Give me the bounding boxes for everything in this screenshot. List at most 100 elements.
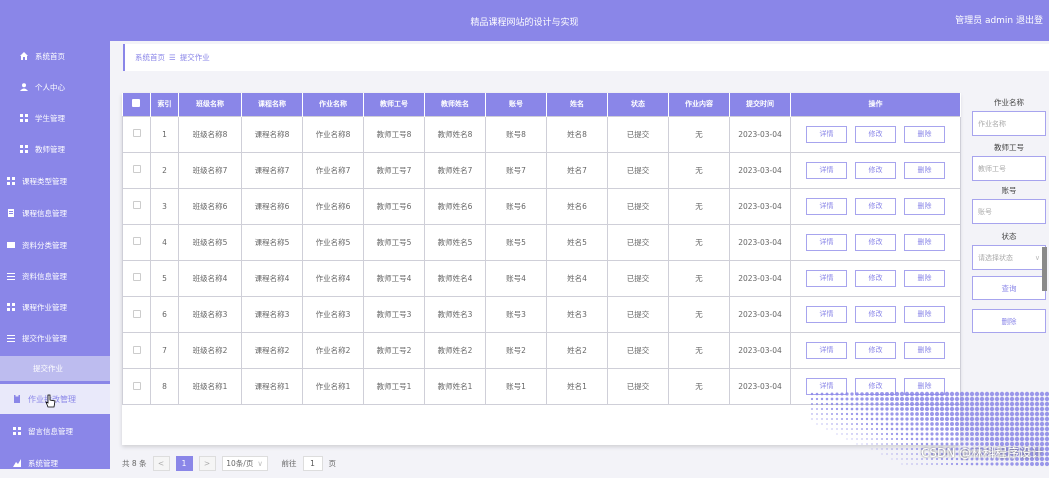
table-cell: 姓名5 [546, 223, 608, 261]
table-cell: 账号2 [485, 332, 547, 370]
breadcrumb-home[interactable]: 系统首页 [135, 52, 165, 63]
grid-icon [20, 145, 28, 153]
sidebar-item-courses[interactable]: 课程信息管理 [0, 198, 110, 228]
row-checkbox[interactable] [122, 223, 151, 261]
table-cell: 课程名称3 [241, 295, 303, 334]
sidebar-item-material-categories[interactable]: 资料分类管理 [0, 230, 110, 260]
detail-button[interactable]: 详情 [806, 233, 847, 251]
table-cell: 2023-03-04 [729, 115, 791, 153]
edit-button[interactable]: 修改 [855, 269, 896, 287]
table-row: 3 班级名称6 课程名称6 作业名称6 教师工号6 教师姓名6 账号6 姓名6 已提交无 2023… [122, 187, 961, 225]
sidebar-item-profile[interactable]: 个人中心 [0, 72, 110, 102]
sidebar-item-system[interactable]: 系统管理 [0, 448, 110, 478]
row-checkbox[interactable] [122, 259, 151, 297]
scrollbar[interactable] [1042, 247, 1047, 291]
delete-button[interactable]: 删除 [904, 125, 945, 143]
table-cell: 教师工号7 [363, 151, 425, 189]
status-select[interactable]: 请选择状态 ∨ [972, 245, 1046, 270]
edit-button[interactable]: 修改 [855, 125, 896, 143]
table-row: 4 班级名称5 课程名称5 作业名称5 教师工号5 教师姓名5 账号5 姓名5 已提交无 2023… [122, 223, 961, 261]
next-page-button[interactable]: > [198, 455, 216, 471]
edit-button[interactable]: 修改 [855, 306, 896, 324]
admin-logout[interactable]: 管理员 admin 退出登 [955, 13, 1043, 26]
detail-button[interactable]: 详情 [806, 306, 847, 324]
table-cell: 1 [150, 115, 179, 153]
table-cell: 教师姓名1 [424, 368, 486, 406]
edit-button[interactable]: 修改 [855, 342, 896, 360]
sidebar-item-course-types[interactable]: 课程类型管理 [0, 166, 110, 196]
sidebar-item-teachers[interactable]: 教师管理 [0, 134, 110, 164]
row-checkbox[interactable] [122, 187, 151, 225]
table-cell: 作业名称4 [302, 259, 364, 297]
row-actions: 详情 修改 删除 [790, 151, 961, 189]
sidebar-item-label: 资料信息管理 [22, 271, 67, 281]
query-button[interactable]: 查询 [972, 276, 1046, 300]
top-bar: 精品课程网站的设计与实现 管理员 admin 退出登 [0, 0, 1049, 41]
home-icon [20, 52, 28, 60]
homework-name-input[interactable]: 作业名称 [972, 111, 1046, 136]
list-icon [7, 272, 15, 280]
row-checkbox[interactable] [122, 295, 151, 334]
row-checkbox[interactable] [122, 115, 151, 153]
table-cell: 无 [668, 115, 730, 153]
page-size-select[interactable]: 10条/页 ∨ [221, 455, 268, 471]
sidebar-item-course-homework[interactable]: 课程作业管理 [0, 292, 110, 322]
batch-delete-button[interactable]: 删除 [972, 309, 1046, 333]
delete-button[interactable]: 删除 [904, 233, 945, 251]
table-cell: 课程名称7 [241, 151, 303, 189]
delete-button[interactable]: 删除 [904, 342, 945, 360]
account-input[interactable]: 账号 [972, 199, 1046, 224]
detail-button[interactable]: 详情 [806, 161, 847, 179]
table-cell: 教师工号3 [363, 295, 425, 334]
table-cell: 姓名8 [546, 115, 608, 153]
sidebar-subitem-submit-homework[interactable]: 提交作业 [0, 356, 110, 381]
sidebar-item-label: 提交作业管理 [22, 333, 67, 343]
sidebar-item-label: 系统管理 [28, 458, 58, 468]
row-checkbox[interactable] [122, 151, 151, 189]
edit-button[interactable]: 修改 [855, 161, 896, 179]
row-checkbox[interactable] [122, 332, 151, 370]
teacher-id-input[interactable]: 教师工号 [972, 156, 1046, 181]
folder-icon [7, 241, 15, 249]
mouse-cursor-icon [45, 394, 57, 410]
table-cell: 5 [150, 259, 179, 297]
sidebar-item-label: 留言信息管理 [28, 426, 73, 436]
table-cell: 已提交 [607, 295, 669, 334]
table-cell: 账号6 [485, 187, 547, 225]
table-cell: 教师姓名4 [424, 259, 486, 297]
clipboard-icon [13, 395, 21, 403]
detail-button[interactable]: 详情 [806, 342, 847, 360]
page-number-button[interactable]: 1 [175, 455, 193, 471]
delete-button[interactable]: 删除 [904, 197, 945, 215]
table-cell: 课程名称4 [241, 259, 303, 297]
select-all-checkbox[interactable] [122, 93, 151, 116]
row-actions: 详情 修改 删除 [790, 295, 961, 334]
sidebar-item-materials[interactable]: 资料信息管理 [0, 261, 110, 291]
sidebar-item-messages[interactable]: 留言信息管理 [0, 416, 110, 446]
detail-button[interactable]: 详情 [806, 269, 847, 287]
detail-button[interactable]: 详情 [806, 197, 847, 215]
detail-button[interactable]: 详情 [806, 125, 847, 143]
search-panel: 作业名称 作业名称 教师工号 教师工号 账号 账号 状态 请选择状态 ∨ 查询 … [972, 93, 1049, 353]
homework-name-label: 作业名称 [994, 98, 1024, 107]
sidebar-item-students[interactable]: 学生管理 [0, 103, 110, 133]
user-icon [20, 83, 28, 91]
table-cell: 教师工号2 [363, 332, 425, 370]
table-cell: 教师姓名5 [424, 223, 486, 261]
delete-button[interactable]: 删除 [904, 161, 945, 179]
delete-button[interactable]: 删除 [904, 306, 945, 324]
table-cell: 作业名称6 [302, 187, 364, 225]
table-cell: 班级名称3 [178, 295, 242, 334]
sidebar-item-home[interactable]: 系统首页 [0, 41, 110, 71]
delete-button[interactable]: 删除 [904, 269, 945, 287]
goto-page-input[interactable]: 1 [302, 455, 323, 471]
table-cell: 8 [150, 368, 179, 406]
edit-button[interactable]: 修改 [855, 233, 896, 251]
prev-page-button[interactable]: < [152, 455, 170, 471]
row-checkbox[interactable] [122, 368, 151, 406]
table-cell: 2 [150, 151, 179, 189]
edit-button[interactable]: 修改 [855, 197, 896, 215]
sidebar-item-submit-homework[interactable]: 提交作业管理 [0, 323, 110, 353]
table-cell: 姓名2 [546, 332, 608, 370]
page-size-value: 10条/页 [226, 458, 254, 468]
